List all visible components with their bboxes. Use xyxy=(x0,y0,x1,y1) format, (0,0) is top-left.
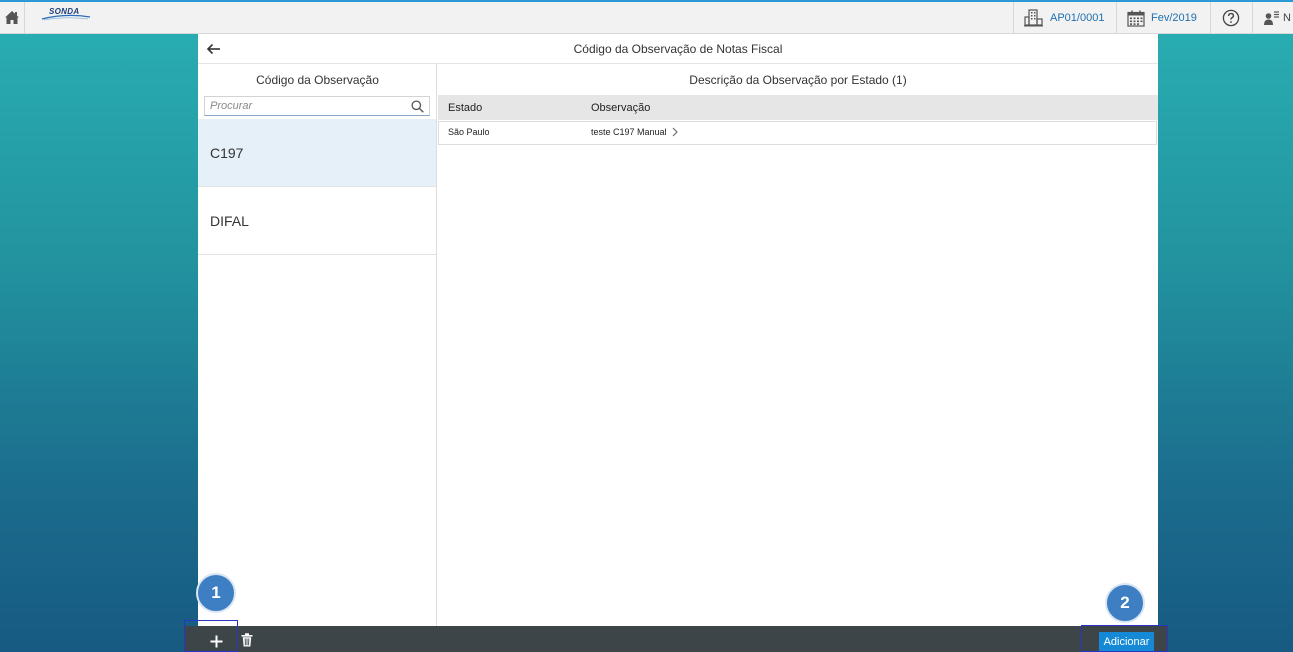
list-item-label: C197 xyxy=(210,145,244,161)
help-icon xyxy=(1222,9,1240,27)
list-item-c197[interactable]: C197 xyxy=(198,119,436,187)
chevron-right-icon[interactable] xyxy=(671,126,679,138)
search-field[interactable] xyxy=(204,96,430,116)
list-item-label: DIFAL xyxy=(210,213,249,229)
step-badge-1: 1 xyxy=(196,573,236,613)
home-button[interactable] xyxy=(0,2,25,34)
trash-icon xyxy=(241,633,253,647)
master-list-pane: Código da Observação C197 DIFAL xyxy=(198,64,437,626)
list-item-difal[interactable]: DIFAL xyxy=(198,187,436,255)
page-title: Código da Observação de Notas Fiscal xyxy=(573,42,783,56)
cell-estado: São Paulo xyxy=(448,127,490,137)
building-icon xyxy=(1024,9,1043,27)
company-selector[interactable]: AP01/0001 xyxy=(1013,2,1112,34)
search-icon[interactable] xyxy=(411,100,424,113)
search-input[interactable] xyxy=(210,99,400,113)
help-button[interactable] xyxy=(1210,2,1250,34)
detail-pane: Descrição da Observação por Estado (1) E… xyxy=(438,64,1158,626)
company-code: AP01/0001 xyxy=(1050,12,1105,24)
cell-observacao: teste C197 Manual xyxy=(591,127,667,137)
sonda-logo: SONDA xyxy=(40,6,92,26)
main-panel: Código da Observação de Notas Fiscal Cód… xyxy=(198,34,1158,626)
period-selector[interactable]: Fev/2019 xyxy=(1116,2,1209,34)
calendar-icon xyxy=(1127,10,1145,27)
step-badge-2: 2 xyxy=(1105,583,1145,623)
detail-title: Descrição da Observação por Estado (1) xyxy=(689,73,907,87)
table-row[interactable]: São Paulo teste C197 Manual xyxy=(438,121,1157,145)
table-header: Estado Observação xyxy=(438,95,1158,120)
period-value: Fev/2019 xyxy=(1151,12,1197,24)
highlight-box-1 xyxy=(184,620,238,652)
column-header-observacao: Observação xyxy=(591,102,651,114)
home-icon xyxy=(5,11,19,24)
column-header-estado: Estado xyxy=(448,102,483,114)
panel-header: Código da Observação de Notas Fiscal xyxy=(198,34,1158,64)
user-menu[interactable]: N xyxy=(1252,2,1293,34)
highlight-box-2 xyxy=(1081,625,1168,652)
user-menu-icon xyxy=(1264,11,1279,25)
footer-toolbar xyxy=(198,626,1158,652)
delete-button[interactable] xyxy=(239,631,255,649)
user-name: N xyxy=(1283,12,1291,24)
top-bar: SONDA AP01/0001 Fev/2019 N xyxy=(0,0,1293,34)
master-list-title: Código da Observação xyxy=(256,73,379,87)
